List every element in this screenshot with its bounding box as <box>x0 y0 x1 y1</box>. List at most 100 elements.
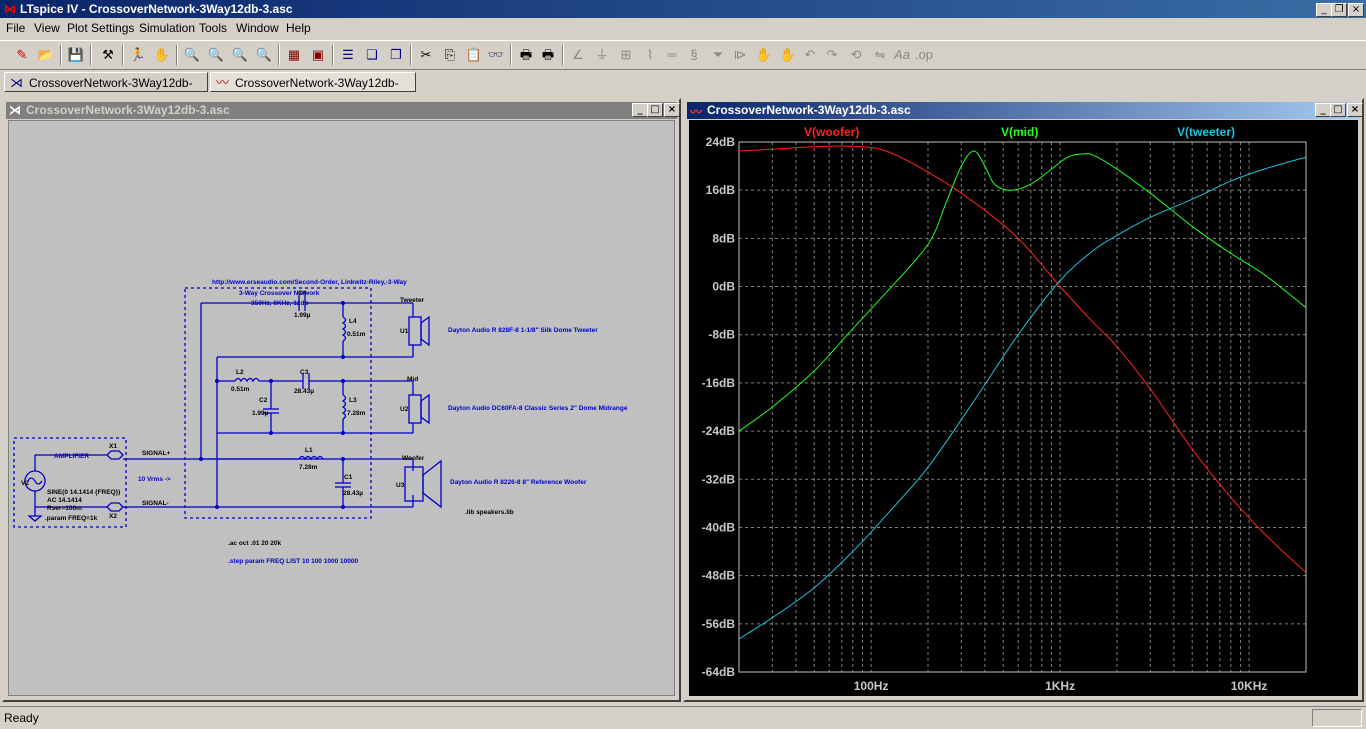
heading2-comment: 350Hz, 6KHz, 12db <box>251 300 308 307</box>
capacitor-icon[interactable]: ═ <box>662 45 682 65</box>
undo-icon[interactable]: ↶ <box>800 45 820 65</box>
print-preview-icon[interactable]: 🖶 <box>538 45 558 65</box>
minimize-icon[interactable]: _ <box>632 103 648 117</box>
heading-comment: 3-Way Crossover Network <box>239 290 320 297</box>
close-icon[interactable]: × <box>1348 3 1364 17</box>
l4-value: 0.51m <box>347 331 366 338</box>
maximize-icon[interactable]: □ <box>647 103 663 117</box>
tab-waveform[interactable]: 〰 CrossoverNetwork-3Way12db-3.asc <box>210 72 416 110</box>
trace-label-2[interactable]: V(tweeter) <box>1177 125 1235 139</box>
grid-icon[interactable]: ▣ <box>308 45 328 65</box>
ground-icon[interactable]: ⏚ <box>592 45 612 65</box>
series-line-0 <box>738 145 1307 573</box>
lib-directive: .lib speakers.lib <box>465 509 514 516</box>
minimize-icon[interactable]: _ <box>1315 103 1331 117</box>
resistor-icon[interactable]: ⌇ <box>640 45 660 65</box>
new-schematic-icon[interactable]: ✎ <box>12 45 32 65</box>
schematic-icon: ⋊ <box>10 75 23 90</box>
v2-label: V2 <box>21 480 29 487</box>
menu-file[interactable]: File <box>6 21 25 35</box>
component-icon[interactable]: ⧐ <box>730 45 750 65</box>
zoom-fit-icon[interactable]: 🔍 <box>254 45 274 65</box>
zoom-out-icon[interactable]: 🔍 <box>230 45 250 65</box>
draw-wire-icon[interactable]: ∠ <box>568 45 588 65</box>
mirror-icon[interactable]: ⇋ <box>870 45 890 65</box>
run-icon[interactable]: 🏃 <box>128 45 148 65</box>
label-net-icon[interactable]: ⊞ <box>616 45 636 65</box>
text-icon[interactable]: Aa <box>892 45 912 65</box>
waveform-icon: 〰 <box>216 75 230 90</box>
open-folder-icon[interactable]: 📂 <box>36 45 56 65</box>
close-icon[interactable]: × <box>664 103 680 117</box>
toolbar-separator <box>332 45 334 65</box>
y-tick-label: -56dB <box>702 617 736 631</box>
save-icon[interactable]: 💾 <box>66 45 86 65</box>
paste-icon[interactable]: 📋 <box>464 45 484 65</box>
spice-directive-icon[interactable]: .op <box>914 45 934 65</box>
menu-bar: File View Plot Settings Simulation Tools… <box>0 19 1366 37</box>
status-panel <box>1312 709 1362 727</box>
plot-canvas[interactable]: 24dB 16dB 8dB 0dB -8dB -16dB -24dB -32dB -40dB -4… <box>689 120 1358 696</box>
menu-plot-settings[interactable]: Plot Settings <box>67 21 134 35</box>
trace-label-1[interactable]: V(mid) <box>1001 125 1038 139</box>
toolbar-separator <box>122 45 124 65</box>
restore-icon[interactable]: ❐ <box>1331 3 1347 17</box>
plot-window-title: CrossoverNetwork-3Way12db-3.asc <box>707 103 911 117</box>
maximize-icon[interactable]: □ <box>1330 103 1346 117</box>
cut-icon[interactable]: ✂ <box>416 45 436 65</box>
mid-description: Dayton Audio DC60FA-8 Classic Series 2" … <box>448 405 628 412</box>
tile-vertical-icon[interactable]: ❐ <box>386 45 406 65</box>
drag-hand-icon[interactable]: ✋ <box>778 45 798 65</box>
move-hand-icon[interactable]: ✋ <box>754 45 774 65</box>
u2-label: U2 <box>400 406 409 413</box>
y-tick-label: -48dB <box>702 569 736 583</box>
schematic-canvas[interactable]: http://www.erseaudio.com/Second-Order, L… <box>8 120 675 696</box>
vrms-comment: 10 Vrms -> <box>138 476 171 483</box>
rotate-icon[interactable]: ⟲ <box>846 45 866 65</box>
status-bar: Ready <box>0 706 1366 729</box>
control-panel-hammer-icon[interactable]: ⚒ <box>98 45 118 65</box>
redo-icon[interactable]: ↷ <box>822 45 842 65</box>
x-tick-label: 1KHz <box>1045 679 1075 693</box>
ac-directive: .ac oct .01 20 20k <box>228 540 282 547</box>
cascade-icon[interactable]: ❏ <box>362 45 382 65</box>
toolbar-separator <box>278 45 280 65</box>
menu-window[interactable]: Window <box>236 21 279 35</box>
tile-horizontal-icon[interactable]: ☰ <box>338 45 358 65</box>
schematic-drawing: http://www.erseaudio.com/Second-Order, L… <box>13 279 628 565</box>
trace-label-0[interactable]: V(woofer) <box>804 125 859 139</box>
autorange-icon[interactable]: ▦ <box>284 45 304 65</box>
c3-label: C3 <box>300 369 309 376</box>
url-comment: http://www.erseaudio.com/Second-Order, L… <box>212 279 407 286</box>
y-tick-label: -40dB <box>702 520 736 534</box>
print-icon[interactable]: 🖶 <box>516 45 536 65</box>
c2-value: 1.99µ <box>252 410 269 417</box>
toolbar-separator <box>510 45 512 65</box>
menu-help[interactable]: Help <box>286 21 311 35</box>
toolbar-separator <box>562 45 564 65</box>
halt-hand-icon[interactable]: ✋ <box>152 45 172 65</box>
menu-tools[interactable]: Tools <box>199 21 227 35</box>
close-icon[interactable]: × <box>1347 103 1363 117</box>
ac-label: AC 14.1414 <box>47 497 82 504</box>
bode-plot: 24dB 16dB 8dB 0dB -8dB -16dB -24dB -32dB -40dB -4… <box>702 125 1307 693</box>
signal-plus-label: SIGNAL+ <box>142 450 171 457</box>
l1-value: 7.28m <box>299 464 318 471</box>
step-directive: .step param FREQ LIST 10 100 1000 10000 <box>228 558 358 565</box>
l2-label: L2 <box>236 369 244 376</box>
copy-icon[interactable]: ⎘ <box>440 45 460 65</box>
woofer-description: Dayton Audio R 8226-8 8" Reference Woofe… <box>450 479 587 486</box>
menu-view[interactable]: View <box>34 21 60 35</box>
diode-icon[interactable]: ⏷ <box>708 45 728 65</box>
minimize-icon[interactable]: _ <box>1316 3 1332 17</box>
tweeter-description: Dayton Audio R 828F-8 1-1/8" Silk Dome T… <box>448 327 598 334</box>
c3-value: 28.43µ <box>294 388 314 395</box>
inductor-icon[interactable]: § <box>684 45 704 65</box>
y-tick-label: -32dB <box>702 472 736 486</box>
find-binoculars-icon[interactable]: 👓 <box>486 45 506 65</box>
rser-label: Rser=100m <box>47 505 82 512</box>
zoom-in-icon[interactable]: 🔍 <box>182 45 202 65</box>
pan-icon[interactable]: 🔍 <box>206 45 226 65</box>
tab-schematic[interactable]: ⋊ CrossoverNetwork-3Way12db-3.asc <box>4 72 208 110</box>
menu-simulation[interactable]: Simulation <box>139 21 195 35</box>
